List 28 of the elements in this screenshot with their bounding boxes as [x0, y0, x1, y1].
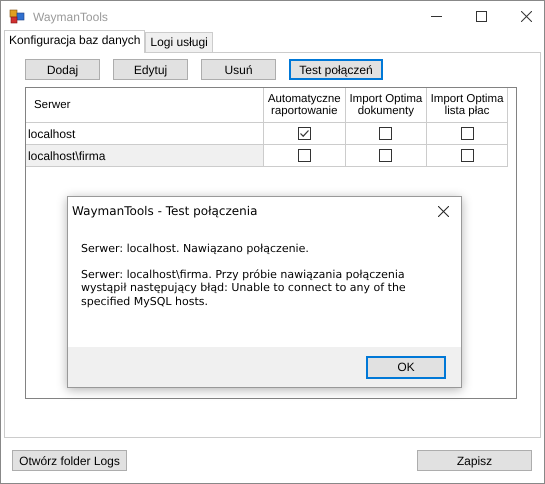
toolbar-button[interactable]: Usuń: [201, 59, 276, 80]
dialog-message: Serwer: localhost. Nawiązano połączenie.: [81, 242, 310, 256]
tab[interactable]: Logi usługi: [145, 32, 213, 52]
column-header[interactable]: Automatyczne raportowanie: [263, 88, 346, 122]
checkbox[interactable]: [379, 127, 392, 140]
checkbox[interactable]: [379, 149, 392, 162]
ok-button[interactable]: OK: [366, 356, 446, 378]
window-title: WaymanTools: [33, 10, 108, 24]
toolbar-button[interactable]: Dodaj: [25, 59, 100, 80]
app-icon: [9, 8, 25, 24]
column-header[interactable]: Import Optima lista płac: [426, 88, 508, 122]
save-button[interactable]: Zapisz: [417, 450, 532, 471]
toolbar-button[interactable]: Test połączeń: [289, 59, 383, 80]
tab[interactable]: Konfiguracja baz danych: [4, 30, 146, 53]
checkbox[interactable]: [460, 127, 474, 140]
table-cell: localhost\firma: [26, 144, 264, 166]
toolbar-button[interactable]: Edytuj: [113, 59, 188, 80]
dialog-title: WaymanTools - Test połączenia: [72, 204, 258, 218]
column-header[interactable]: Import Optima dokumenty: [345, 88, 427, 122]
column-header[interactable]: Serwer: [26, 88, 264, 122]
checkbox[interactable]: [298, 127, 311, 140]
dialog-message: Serwer: localhost\firma. Przy próbie nawiązania połączenia wystąpił następujący błąd: Unable to connect to any of the specified MySQL hosts.: [81, 268, 407, 308]
close-icon[interactable]: [521, 11, 532, 22]
checkbox[interactable]: [298, 149, 311, 162]
open-logs-folder-button[interactable]: Otwórz folder Logs: [12, 450, 127, 471]
close-icon[interactable]: [438, 206, 449, 216]
checkbox[interactable]: [460, 149, 474, 162]
maximize-icon[interactable]: [476, 11, 487, 22]
